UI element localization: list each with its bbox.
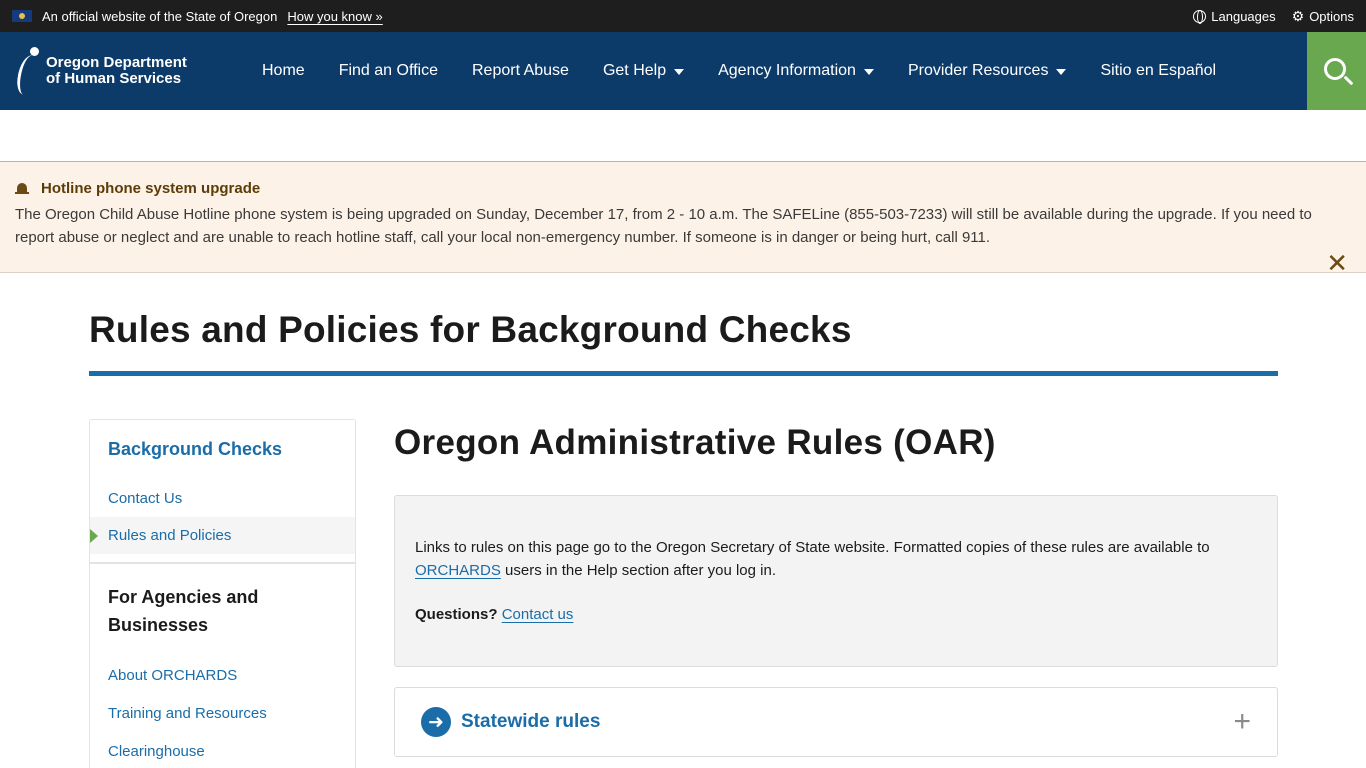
arrow-right-icon: ➜ [421,707,451,737]
page-title: Rules and Policies for Background Checks [89,309,852,350]
nav-get-help-label: Get Help [602,62,667,79]
orchards-link[interactable]: ORCHARDS [415,562,501,579]
caret-down-icon [1056,69,1067,75]
logo-text: Oregon Department of Human Services [46,55,187,87]
sidebar-item-training-and-resources[interactable]: Training and Resources [90,695,355,733]
caret-down-icon [674,69,685,75]
questions-label: Questions? [415,606,498,623]
oregon-flag-icon [12,10,32,22]
site-header: Oregon Department of Human Services Home… [0,32,1366,110]
bell-icon [15,182,29,196]
questions-line: Questions? Contact us [415,603,1257,626]
section-title: Oregon Administrative Rules (OAR) [394,423,996,462]
accordion-statewide-rules[interactable]: ➜ Statewide rules + [394,687,1278,757]
alert-title: Hotline phone system upgrade [41,180,261,197]
official-banner: An official website of the State of Oreg… [0,0,1366,32]
official-site-text: An official website of the State of Oreg… [42,8,278,24]
nav-provider-resources[interactable]: Provider Resources [891,32,1084,110]
info-text-after: users in the Help section after you log … [505,562,776,579]
info-text-before: Links to rules on this page go to the Or… [415,539,1210,556]
plus-icon: + [1233,705,1251,738]
sidebar: Background Checks Contact Us Rules and P… [89,419,356,768]
dhs-logo-link[interactable]: Oregon Department of Human Services [0,47,232,97]
nav-report-abuse-label: Report Abuse [472,62,569,79]
main-content: Oregon Administrative Rules (OAR) Links … [394,419,1278,768]
sidebar-item-rules-and-policies[interactable]: Rules and Policies [90,517,355,554]
gear-icon: ⚙ [1291,8,1305,24]
nav-sitio-en-espanol[interactable]: Sitio en Español [1083,32,1233,110]
nav-home[interactable]: Home [245,32,322,110]
nav-sitio-en-espanol-label: Sitio en Español [1100,62,1217,79]
sidebar-section-title[interactable]: Background Checks [90,420,355,480]
nav-get-help[interactable]: Get Help [586,32,701,110]
person-logo-icon [15,47,46,97]
info-box: Links to rules on this page go to the Or… [394,495,1278,667]
search-button[interactable] [1307,32,1366,110]
sidebar-item-about-orchards[interactable]: About ORCHARDS [90,657,355,695]
search-icon [1323,58,1346,80]
sidebar-group-title: For Agencies and Businesses [108,587,259,635]
logo-line-2: of Human Services [46,70,182,87]
nav-find-an-office-label: Find an Office [338,62,438,79]
caret-down-icon [863,69,874,75]
nav-report-abuse[interactable]: Report Abuse [455,32,586,110]
nav-home-label: Home [262,62,305,79]
alert-text: The Oregon Child Abuse Hotline phone sys… [15,206,1312,246]
sidebar-item-contact-us[interactable]: Contact Us [90,480,355,517]
nav-agency-information[interactable]: Agency Information [701,32,891,110]
how-you-know-link[interactable]: How you know » [287,9,382,24]
options-label: Options [1309,8,1354,24]
accordion-title: Statewide rules [461,711,601,732]
languages-button[interactable]: Languages [1193,8,1276,24]
contact-us-link[interactable]: Contact us [502,606,574,623]
header-spacer [0,110,1366,162]
alert-title-row: Hotline phone system upgrade [15,180,1351,197]
info-paragraph: Links to rules on this page go to the Or… [415,536,1257,582]
options-button[interactable]: ⚙ Options [1292,9,1354,24]
nav-provider-resources-label: Provider Resources [907,62,1049,79]
nav-agency-information-label: Agency Information [718,62,856,79]
nav-find-an-office[interactable]: Find an Office [322,32,455,110]
sidebar-item-clearinghouse[interactable]: Clearinghouse [90,733,355,768]
main-nav: Home Find an Office Report Abuse Get Hel… [245,32,1233,110]
languages-label: Languages [1211,8,1276,24]
page-title-wrap: Rules and Policies for Background Checks [89,309,1278,376]
content-area: Background Checks Contact Us Rules and P… [89,419,1278,768]
close-icon[interactable]: ✕ [1326,250,1348,276]
globe-icon [1193,9,1207,24]
alert-banner: Hotline phone system upgrade The Oregon … [0,162,1366,276]
logo-line-1: Oregon Department [46,54,187,71]
